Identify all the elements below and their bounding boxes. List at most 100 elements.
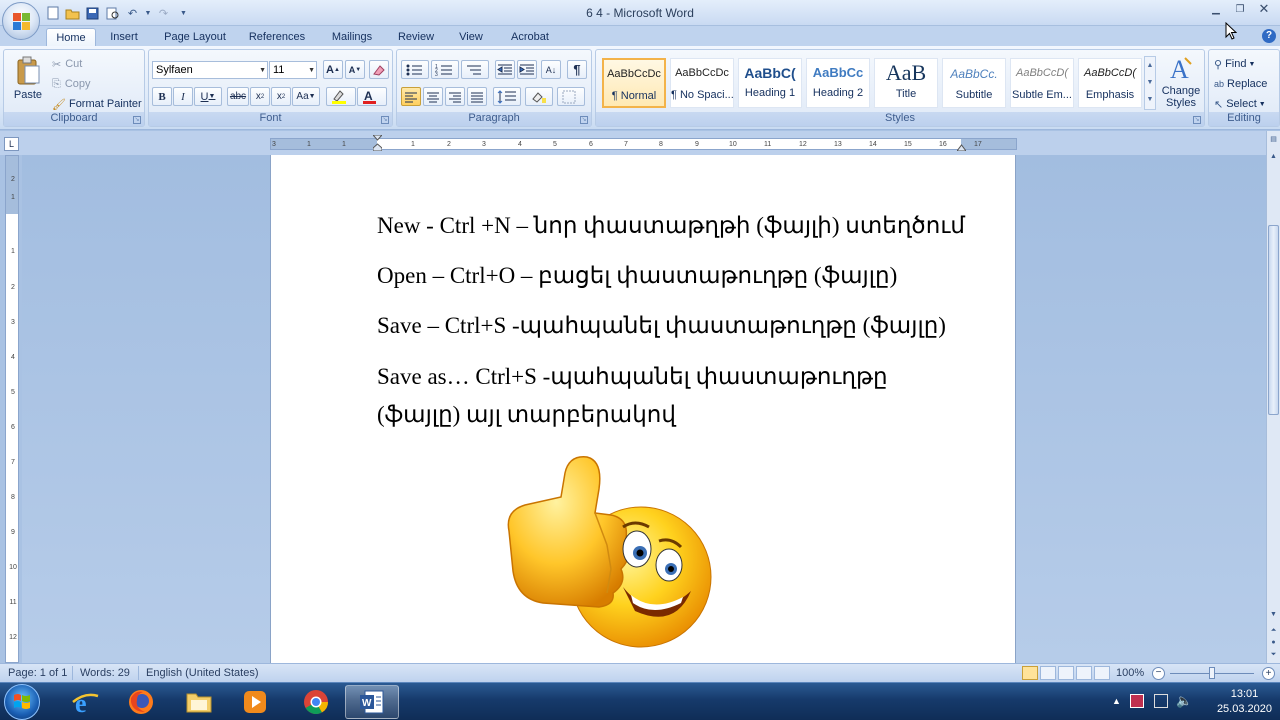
justify-icon[interactable] — [467, 87, 487, 106]
style-normal[interactable]: AaBbCcDc ¶ Normal — [602, 58, 666, 108]
word-taskbar-icon[interactable]: W — [345, 685, 399, 719]
change-case-icon[interactable]: Aa ▼ — [292, 87, 320, 106]
cut-button[interactable]: ✂ Cut — [52, 54, 82, 74]
document-page[interactable]: New - Ctrl +N – նոր փաստաթղթի (ֆայլի) ստ… — [270, 155, 1016, 663]
restore-icon[interactable]: ❐ — [1228, 1, 1252, 17]
media-player-icon[interactable] — [228, 685, 282, 719]
highlight-icon[interactable] — [326, 87, 356, 106]
font-launcher-icon[interactable]: ↘ — [381, 116, 389, 124]
zoom-in-icon[interactable]: + — [1262, 667, 1275, 680]
change-styles-button[interactable]: A Change Styles — [1159, 54, 1203, 112]
underline-icon[interactable]: U ▼ — [194, 87, 222, 106]
replace-button[interactable]: ab Replace — [1214, 74, 1267, 94]
font-color-icon[interactable]: A — [357, 87, 387, 106]
show-formatting-icon[interactable]: ¶ — [567, 60, 587, 79]
numbering-icon[interactable]: 123 — [431, 60, 459, 79]
style-title[interactable]: AaB Title — [874, 58, 938, 108]
full-screen-reading-icon[interactable] — [1040, 666, 1056, 680]
indent-marker[interactable] — [371, 134, 384, 152]
tab-mailings[interactable]: Mailings — [324, 28, 380, 46]
sort-icon[interactable]: A↓ — [541, 60, 561, 79]
format-painter-button[interactable]: 🖌 Format Painter — [52, 94, 142, 114]
doc-line-new[interactable]: New - Ctrl +N – նոր փաստաթղթի (ֆայլի) ստ… — [377, 207, 977, 245]
tab-view[interactable]: View — [454, 28, 488, 46]
style-no-spacing[interactable]: AaBbCcDc ¶ No Spaci... — [670, 58, 734, 108]
scroll-thumb[interactable] — [1268, 225, 1279, 415]
language-indicator[interactable]: English (United States) — [146, 667, 259, 679]
clock[interactable]: 13:01 25.03.2020 — [1217, 687, 1272, 717]
draft-view-icon[interactable] — [1094, 666, 1110, 680]
styles-launcher-icon[interactable]: ↘ — [1193, 116, 1201, 124]
web-layout-icon[interactable] — [1058, 666, 1074, 680]
right-indent-marker[interactable] — [956, 142, 967, 152]
tab-page-layout[interactable]: Page Layout — [160, 28, 230, 46]
grow-font-icon[interactable]: A ▲ — [323, 60, 343, 79]
tab-review[interactable]: Review — [394, 28, 438, 46]
browse-object-icon[interactable]: ● — [1268, 639, 1279, 651]
doc-line-save-as-cont[interactable]: (ֆայլը) այլ տարբերակով — [377, 396, 977, 434]
close-icon[interactable]: ✕ — [1252, 1, 1276, 17]
zoom-level[interactable]: 100% — [1116, 667, 1144, 679]
help-icon[interactable]: ? — [1262, 29, 1276, 43]
paste-button[interactable]: Paste — [10, 54, 46, 112]
strikethrough-icon[interactable]: abc — [227, 87, 249, 106]
scroll-down-icon[interactable]: ▼ — [1268, 611, 1279, 623]
scroll-up-icon[interactable]: ▲ — [1268, 153, 1279, 165]
word-count[interactable]: Words: 29 — [80, 667, 130, 679]
tray-app-icon[interactable] — [1130, 694, 1144, 708]
clear-formatting-icon[interactable] — [369, 60, 389, 79]
style-emphasis[interactable]: AaBbCcD( Emphasis — [1078, 58, 1142, 108]
font-size-field[interactable]: 11 ▼ — [269, 61, 317, 79]
internet-explorer-icon[interactable]: e — [58, 685, 112, 719]
ruler-toggle-icon[interactable]: ▤ — [1268, 135, 1279, 147]
doc-line-save-as[interactable]: Save as… Ctrl+S -պահպանել փաստաթուղթը — [377, 358, 977, 396]
vertical-scrollbar[interactable]: ▤ ▲ ▼ ⏶ ● ⏷ — [1266, 131, 1280, 663]
chevron-down-icon[interactable]: ▼ — [1145, 74, 1155, 91]
page-count[interactable]: Page: 1 of 1 — [8, 667, 67, 679]
decrease-indent-icon[interactable] — [495, 60, 515, 79]
font-name-field[interactable]: Sylfaen ▼ — [152, 61, 268, 79]
copy-button[interactable]: ⎘ Copy — [52, 74, 91, 94]
style-subtitle[interactable]: AaBbCc. Subtitle — [942, 58, 1006, 108]
bold-icon[interactable]: B — [152, 87, 172, 106]
print-layout-view-icon[interactable] — [1022, 666, 1038, 680]
tab-references[interactable]: References — [246, 28, 308, 46]
show-hidden-icons-icon[interactable]: ▲ — [1112, 696, 1121, 706]
styles-scroll[interactable]: ▲ ▼ ▼ — [1144, 56, 1156, 110]
doc-line-save[interactable]: Save – Ctrl+S -պահպանել փաստաթուղթը (ֆայ… — [377, 307, 977, 345]
vertical-ruler[interactable]: 2 1 1 2 3 4 5 6 7 8 9 10 11 12 — [5, 155, 19, 663]
office-button[interactable] — [2, 2, 40, 40]
tab-acrobat[interactable]: Acrobat — [504, 28, 556, 46]
more-styles-icon[interactable]: ▼ — [1145, 91, 1155, 108]
chrome-icon[interactable] — [289, 685, 343, 719]
volume-icon[interactable]: 🔈 — [1176, 693, 1192, 709]
file-explorer-icon[interactable] — [172, 685, 226, 719]
firefox-icon[interactable] — [114, 685, 168, 719]
previous-page-icon[interactable]: ⏶ — [1268, 627, 1279, 639]
increase-indent-icon[interactable] — [517, 60, 537, 79]
doc-line-open[interactable]: Open – Ctrl+O – բացել փաստաթուղթը (ֆայլը… — [377, 257, 977, 295]
align-center-icon[interactable] — [423, 87, 443, 106]
align-left-icon[interactable] — [401, 87, 421, 106]
start-button[interactable] — [4, 684, 40, 720]
shading-icon[interactable] — [525, 87, 553, 106]
chevron-up-icon[interactable]: ▲ — [1145, 57, 1155, 74]
next-page-icon[interactable]: ⏷ — [1268, 651, 1279, 663]
horizontal-ruler[interactable]: 3 1 2 1 1 2 3 4 5 6 7 8 9 10 11 12 13 14… — [270, 134, 1017, 152]
borders-icon[interactable] — [557, 87, 585, 106]
zoom-slider-thumb[interactable] — [1209, 667, 1215, 679]
minimize-icon[interactable]: ▁ — [1204, 1, 1228, 17]
tab-home[interactable]: Home — [46, 28, 96, 46]
outline-view-icon[interactable] — [1076, 666, 1092, 680]
zoom-out-icon[interactable]: − — [1152, 667, 1165, 680]
clipboard-launcher-icon[interactable]: ↘ — [133, 116, 141, 124]
superscript-icon[interactable]: x2 — [271, 87, 291, 106]
style-heading-2[interactable]: AaBbCc Heading 2 — [806, 58, 870, 108]
bullets-icon[interactable] — [401, 60, 429, 79]
align-right-icon[interactable] — [445, 87, 465, 106]
shrink-font-icon[interactable]: A ▼ — [345, 60, 365, 79]
style-heading-1[interactable]: AaBbC( Heading 1 — [738, 58, 802, 108]
italic-icon[interactable]: I — [173, 87, 193, 106]
find-button[interactable]: ⚲ Find ▼ — [1214, 54, 1255, 74]
multilevel-list-icon[interactable] — [461, 60, 489, 79]
